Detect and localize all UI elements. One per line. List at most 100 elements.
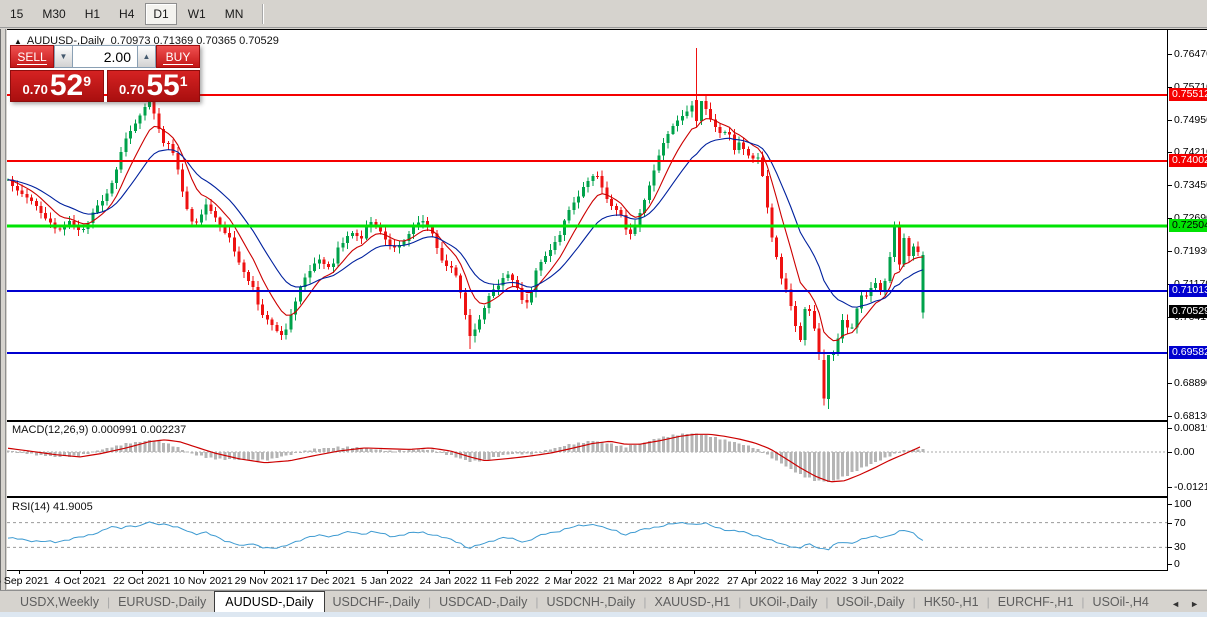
axis-tick-mark bbox=[1168, 452, 1172, 453]
price-tick-label: 0.76470 bbox=[1174, 47, 1207, 60]
price-tick-label: 0.74950 bbox=[1174, 113, 1207, 126]
tab-scroll-left-icon[interactable]: ◄ bbox=[1171, 599, 1180, 609]
axis-tick-mark bbox=[1168, 119, 1172, 121]
date-tick-mark bbox=[387, 571, 389, 574]
rsi-panel-canvas[interactable] bbox=[7, 498, 1167, 570]
date-tick-mark bbox=[448, 571, 450, 574]
date-tick-label: 4 Oct 2021 bbox=[54, 575, 107, 587]
date-axis: 15 Sep 20214 Oct 202122 Oct 202110 Nov 2… bbox=[0, 571, 1207, 589]
chart-tab-bar: USDX,Weekly | EURUSD-,Daily AUDUSD-,Daily US… bbox=[0, 590, 1207, 612]
date-tick-mark bbox=[632, 571, 634, 574]
chart-tab-eurusd-daily[interactable]: EURUSD-,Daily bbox=[110, 592, 214, 612]
buy-button[interactable]: BUY bbox=[156, 45, 200, 68]
chart-tab-usdcnh-daily[interactable]: USDCNH-,Daily bbox=[538, 592, 643, 612]
date-tick-mark bbox=[264, 571, 266, 574]
price-axis: 0.764700.757100.749500.742100.734500.726… bbox=[1167, 30, 1207, 571]
chart-tab-audusd-daily[interactable]: AUDUSD-,Daily bbox=[214, 591, 325, 612]
timeframe-button-d1[interactable]: D1 bbox=[145, 2, 177, 25]
chart-tab-usoil-daily[interactable]: USOil-,Daily bbox=[829, 592, 913, 612]
rsi-tick-label: 100 bbox=[1174, 498, 1192, 510]
level-price-badge: 0.71013 bbox=[1169, 283, 1207, 297]
chart-tab-xauusd-h1[interactable]: XAUUSD-,H1 bbox=[646, 592, 738, 612]
date-tick-label: 11 Feb 2022 bbox=[480, 575, 539, 587]
sell-button[interactable]: SELL bbox=[10, 45, 54, 68]
date-tick-mark bbox=[755, 571, 757, 574]
date-tick-mark bbox=[141, 571, 143, 574]
date-tick-mark bbox=[878, 571, 879, 574]
date-tick-label: 24 Jan 2022 bbox=[419, 575, 478, 587]
date-tick-mark bbox=[203, 571, 205, 574]
timeframe-button-15[interactable]: 15 bbox=[2, 3, 31, 25]
chart-tab-ukoil-daily[interactable]: UKOil-,Daily bbox=[741, 592, 825, 612]
window-left-edge bbox=[0, 29, 6, 612]
price-tick-label: 0.68890 bbox=[1174, 377, 1207, 390]
volume-input[interactable]: 2.00 bbox=[73, 45, 137, 68]
sell-price-pip-digit: 9 bbox=[83, 73, 91, 89]
date-tick-mark bbox=[19, 571, 20, 574]
chart-tab-hk50-h1[interactable]: HK50-,H1 bbox=[916, 592, 987, 612]
volume-decrease-spinner[interactable]: ▼ bbox=[54, 45, 73, 68]
axis-tick-mark bbox=[1168, 504, 1172, 505]
rsi-tick-label: 70 bbox=[1174, 516, 1186, 529]
buy-price-display[interactable]: 0.70 55 1 bbox=[106, 69, 200, 102]
axis-tick-mark bbox=[1168, 151, 1172, 153]
date-tick-label: 27 Apr 2022 bbox=[726, 575, 784, 587]
toolbar-separator bbox=[262, 3, 265, 24]
level-price-badge: 0.69582 bbox=[1169, 346, 1207, 360]
level-price-badge: 0.74002 bbox=[1169, 153, 1207, 167]
macd-tick-label: 0.00 bbox=[1174, 446, 1195, 458]
level-price-badge: 0.75512 bbox=[1169, 88, 1207, 102]
buy-price-big-digits: 55 bbox=[146, 69, 180, 102]
date-tick-label: 5 Jan 2022 bbox=[361, 575, 414, 587]
axis-tick-mark bbox=[1168, 522, 1172, 524]
volume-increase-spinner[interactable]: ▲ bbox=[137, 45, 156, 68]
current-price-badge: 0.70529 bbox=[1169, 304, 1207, 318]
date-tick-mark bbox=[693, 571, 695, 574]
date-tick-label: 16 May 2022 bbox=[786, 575, 847, 587]
chart-tab-eurchf-h1[interactable]: EURCHF-,H1 bbox=[990, 592, 1082, 612]
chart-tab-usdcad-daily[interactable]: USDCAD-,Daily bbox=[431, 592, 535, 612]
date-tick-label: 2 Mar 2022 bbox=[544, 575, 598, 587]
date-tick-label: 3 Jun 2022 bbox=[852, 575, 904, 587]
axis-tick-mark bbox=[1168, 428, 1172, 430]
axis-tick-mark bbox=[1168, 416, 1172, 418]
macd-indicator-label: MACD(12,26,9) 0.000991 0.002237 bbox=[12, 424, 187, 436]
rsi-tick-label: 0 bbox=[1174, 558, 1180, 570]
axis-tick-mark bbox=[1168, 53, 1172, 55]
chart-tab-usdchf-daily[interactable]: USDCHF-,Daily bbox=[325, 592, 429, 612]
rsi-indicator-label: RSI(14) 41.9005 bbox=[12, 501, 93, 513]
timeframe-button-mn[interactable]: MN bbox=[217, 3, 252, 25]
timeframe-button-w1[interactable]: W1 bbox=[180, 3, 214, 25]
sell-price-big-digits: 52 bbox=[49, 69, 84, 102]
price-tick-label: 0.71930 bbox=[1174, 244, 1207, 257]
chart-tab-usdx-weekly[interactable]: USDX,Weekly bbox=[12, 592, 107, 612]
sell-price-display[interactable]: 0.70 52 9 bbox=[10, 70, 104, 102]
chart-tab-usoil-h4[interactable]: USOil-,H4 bbox=[1085, 592, 1157, 612]
one-click-trade-panel: SELL ▼ 2.00 ▲ BUY 0.70 52 9 0.70 55 1 bbox=[10, 45, 200, 102]
tab-scroll-arrows: ◄ ► bbox=[1171, 599, 1207, 612]
date-tick-label: 22 Oct 2021 bbox=[113, 575, 171, 587]
timeframe-button-m30[interactable]: M30 bbox=[34, 3, 73, 25]
level-price-badge: 0.72504 bbox=[1169, 219, 1207, 232]
date-tick-mark bbox=[571, 571, 573, 574]
buy-price-pip-digit: 1 bbox=[179, 73, 188, 89]
tab-scroll-right-icon[interactable]: ► bbox=[1190, 599, 1199, 609]
macd-tick-label: -0.01212 bbox=[1174, 481, 1207, 494]
price-tick-label: 0.73450 bbox=[1174, 178, 1207, 191]
rsi-tick-label: 30 bbox=[1174, 541, 1186, 554]
date-tick-mark bbox=[816, 571, 818, 574]
macd-tick-label: 0.008197 bbox=[1174, 422, 1207, 435]
date-tick-mark bbox=[509, 571, 511, 574]
date-tick-label: 10 Nov 2021 bbox=[173, 575, 233, 587]
axis-tick-mark bbox=[1168, 547, 1172, 549]
timeframe-button-h4[interactable]: H4 bbox=[111, 3, 142, 25]
sell-price-prefix: 0.70 bbox=[22, 82, 48, 97]
buy-price-prefix: 0.70 bbox=[119, 82, 145, 97]
status-strip bbox=[0, 612, 1207, 617]
timeframe-button-h1[interactable]: H1 bbox=[77, 3, 108, 25]
timeframe-toolbar: 15 M30 H1 H4 D1 W1 MN bbox=[0, 0, 1207, 28]
price-tick-label: 0.68130 bbox=[1174, 410, 1207, 423]
date-tick-label: 8 Apr 2022 bbox=[668, 575, 720, 587]
axis-tick-mark bbox=[1168, 250, 1172, 252]
axis-tick-mark bbox=[1168, 383, 1172, 385]
